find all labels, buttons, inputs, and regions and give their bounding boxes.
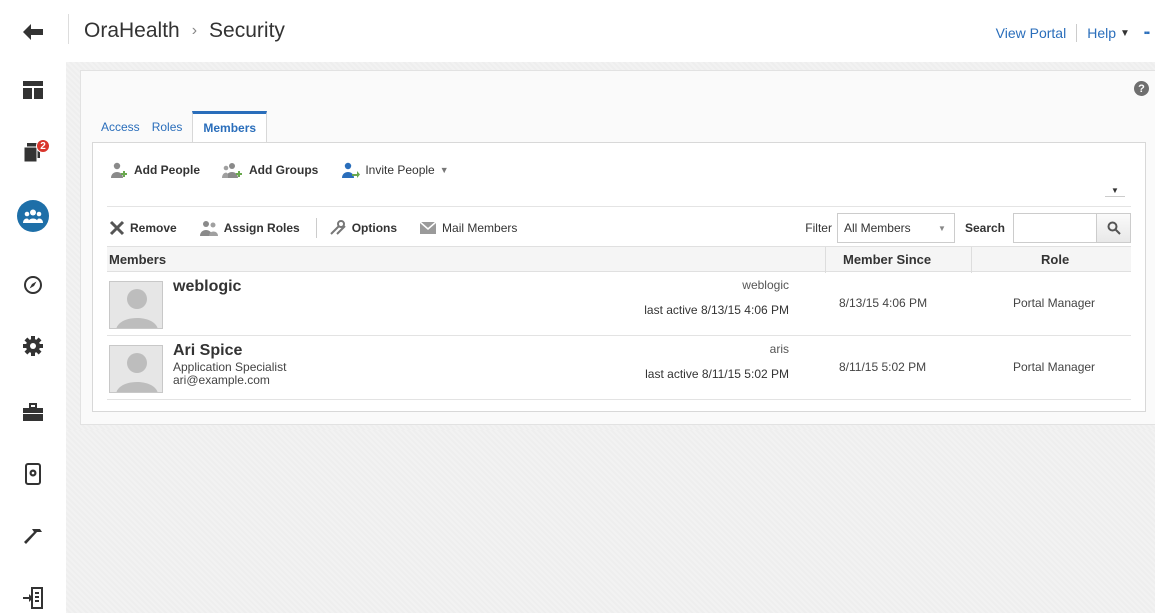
members-table: Members Member Since Role weblogic weblo…: [107, 246, 1131, 400]
column-divider: [825, 247, 826, 273]
column-header-member-since[interactable]: Member Since: [843, 252, 931, 267]
filter-select[interactable]: All Members ▼: [836, 213, 955, 243]
mail-icon: [419, 221, 437, 234]
remove-icon: [109, 220, 125, 236]
member-name[interactable]: Ari Spice: [173, 342, 242, 360]
member-role[interactable]: Portal Manager: [1013, 360, 1095, 374]
member-username: aris: [769, 342, 789, 356]
toolbar-divider: [107, 206, 1131, 207]
toolbar-overflow-dropdown[interactable]: ▼: [1105, 187, 1125, 197]
member-email: ari@example.com: [173, 373, 270, 387]
back-arrow-icon[interactable]: [0, 12, 66, 52]
options-button[interactable]: Options: [329, 220, 397, 236]
page-title: Security: [209, 19, 285, 42]
member-last-active: last active 8/13/15 4:06 PM: [644, 303, 789, 317]
search-input[interactable]: [1013, 213, 1097, 243]
remove-button[interactable]: Remove: [109, 220, 177, 236]
column-divider: [971, 247, 972, 273]
mail-members-label: Mail Members: [442, 221, 518, 235]
filter-label: Filter: [805, 221, 832, 235]
header-divider: [68, 14, 69, 44]
pages-icon[interactable]: 2: [0, 132, 66, 172]
chevron-down-icon[interactable]: ▼: [440, 165, 449, 175]
notification-badge: 2: [36, 139, 50, 153]
toolbox-icon[interactable]: [0, 392, 66, 432]
assign-roles-button[interactable]: Assign Roles: [199, 220, 300, 236]
table-row[interactable]: weblogic weblogic last active 8/13/15 4:…: [107, 272, 1131, 336]
view-portal-link[interactable]: View Portal: [996, 25, 1067, 41]
column-header-members[interactable]: Members: [109, 252, 166, 267]
toolbar-separator: [315, 218, 317, 238]
member-title: Application Specialist: [173, 360, 287, 374]
left-navigation: 2: [0, 0, 66, 613]
tab-members[interactable]: Members: [192, 111, 268, 144]
options-tools-icon: [330, 220, 346, 235]
member-role[interactable]: Portal Manager: [1013, 296, 1095, 310]
hammer-icon[interactable]: [0, 516, 66, 556]
avatar: [109, 345, 163, 393]
breadcrumb-separator: ›: [191, 22, 198, 39]
assign-roles-icon: [199, 221, 218, 236]
invite-toolbar: Add People Add Groups Invite People ▼: [109, 162, 471, 178]
column-header-role[interactable]: Role: [1041, 252, 1069, 267]
tab-access[interactable]: Access: [95, 120, 146, 143]
exit-icon[interactable]: [0, 578, 66, 613]
member-name[interactable]: weblogic: [173, 278, 241, 296]
top-header: OraHealth › Security View Portal Help ▼ …: [66, 0, 1155, 62]
members-nav-item[interactable]: [0, 196, 66, 236]
members-content: Add People Add Groups Invite People ▼ ▼ …: [92, 142, 1146, 412]
tab-bar: Access Roles Members: [95, 109, 268, 144]
filter-search-area: Filter All Members ▼ Search: [805, 213, 1131, 243]
invite-people-button[interactable]: Invite People ▼: [340, 162, 449, 178]
avatar: [109, 281, 163, 329]
member-last-active: last active 8/11/15 5:02 PM: [645, 367, 789, 381]
tab-roles[interactable]: Roles: [146, 120, 189, 143]
add-person-icon: [111, 162, 127, 178]
filter-selected-value: All Members: [843, 221, 911, 235]
members-icon: [17, 200, 49, 232]
add-people-label: Add People: [134, 163, 201, 177]
remove-label: Remove: [130, 221, 177, 235]
search-icon: [1107, 221, 1121, 235]
options-label: Options: [351, 221, 398, 235]
compass-icon[interactable]: [0, 265, 66, 305]
more-menu-icon[interactable]: ▪▪: [1144, 28, 1150, 39]
page-background-lower: [66, 430, 1155, 613]
header-links: View Portal Help ▼ ▪▪: [996, 24, 1155, 42]
search-label: Search: [964, 221, 1005, 235]
members-toolbar: Remove Assign Roles Options Mail Members…: [107, 210, 1131, 244]
add-groups-label: Add Groups: [249, 163, 319, 177]
security-panel: ? Access Roles Members Add People Add Gr…: [80, 70, 1155, 425]
mail-members-button[interactable]: Mail Members: [419, 221, 517, 235]
assign-roles-label: Assign Roles: [223, 221, 300, 235]
help-icon[interactable]: ?: [1134, 81, 1149, 96]
chevron-down-icon[interactable]: ▼: [1120, 28, 1130, 39]
device-settings-icon[interactable]: [0, 454, 66, 494]
breadcrumb-portal[interactable]: OraHealth: [84, 19, 180, 43]
search-button[interactable]: [1097, 213, 1131, 243]
member-since-value: 8/11/15 5:02 PM: [839, 360, 927, 374]
member-username: weblogic: [742, 278, 789, 292]
invite-people-label: Invite People: [365, 163, 435, 177]
add-group-icon: [222, 163, 243, 178]
members-actions: Remove Assign Roles Options Mail Members: [109, 218, 539, 238]
table-header: Members Member Since Role: [107, 246, 1131, 273]
invite-person-icon: [342, 162, 361, 178]
breadcrumb: OraHealth › Security: [84, 19, 285, 43]
add-groups-button[interactable]: Add Groups: [222, 162, 318, 178]
header-links-divider: [1076, 24, 1078, 42]
add-people-button[interactable]: Add People: [109, 162, 200, 178]
member-since-value: 8/13/15 4:06 PM: [839, 296, 928, 310]
table-row[interactable]: Ari Spice Application Specialist ari@exa…: [107, 336, 1131, 400]
help-menu[interactable]: Help: [1087, 25, 1116, 41]
layout-icon[interactable]: [0, 70, 66, 110]
chevron-down-icon: ▼: [938, 223, 946, 233]
gear-icon[interactable]: [0, 326, 66, 366]
